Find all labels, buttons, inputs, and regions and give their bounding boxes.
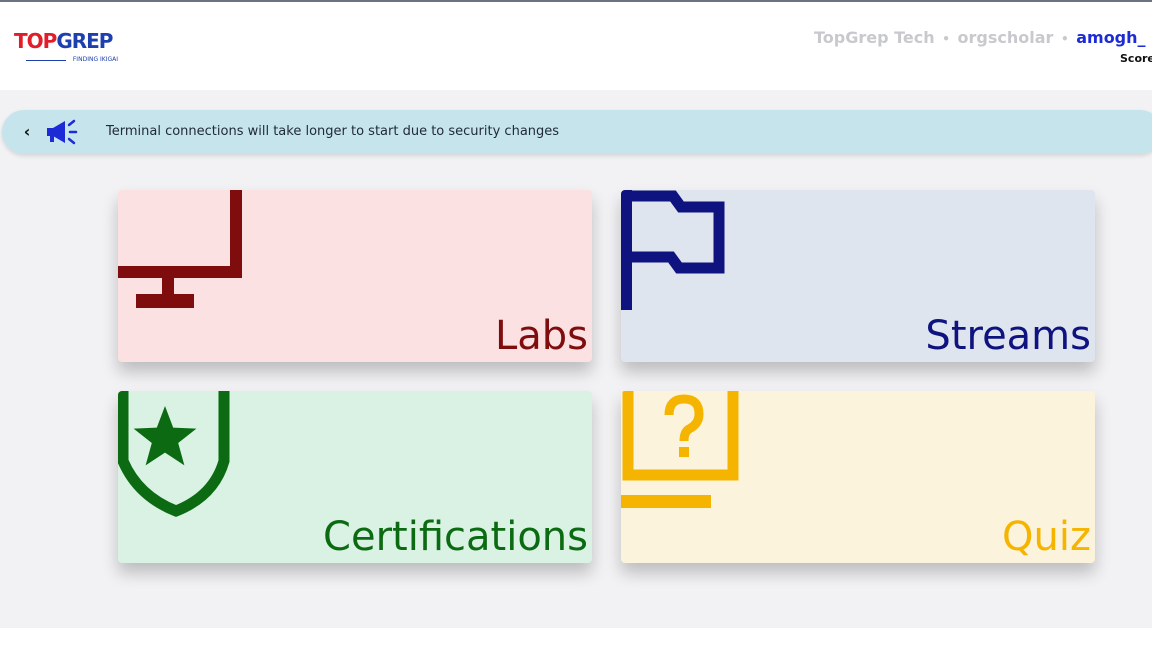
monitor-icon bbox=[118, 190, 242, 308]
labs-label: Labs bbox=[494, 313, 588, 359]
app-header: TOPGREP FINDING IKIGAI TopGrep Tech • or… bbox=[0, 2, 1152, 90]
breadcrumb-sub[interactable]: orgscholar bbox=[957, 28, 1053, 47]
chevron-left-icon[interactable]: ‹ bbox=[18, 121, 36, 143]
streams-label: Streams bbox=[925, 313, 1091, 359]
page-footer bbox=[0, 628, 1152, 648]
logo-tagline: FINDING IKIGAI bbox=[72, 56, 118, 63]
username[interactable]: amogh_ bbox=[1076, 28, 1145, 47]
breadcrumb-separator: • bbox=[942, 32, 950, 46]
banner-message: Terminal connections will take longer to… bbox=[106, 124, 560, 139]
breadcrumb-separator: • bbox=[1060, 32, 1069, 46]
main-content: ‹ Terminal connections will take longer … bbox=[0, 90, 1152, 628]
megaphone-icon bbox=[47, 119, 78, 145]
certifications-label: Certifications bbox=[323, 514, 588, 560]
logo-wordmark: TOPGREP bbox=[14, 29, 113, 53]
topgrep-logo[interactable]: TOPGREP FINDING IKIGAI bbox=[14, 30, 124, 68]
announcement-banner: ‹ Terminal connections will take longer … bbox=[2, 110, 1152, 154]
breadcrumb-org[interactable]: TopGrep Tech bbox=[814, 28, 935, 47]
score-label: Score bbox=[1120, 52, 1152, 65]
breadcrumb: TopGrep Tech • orgscholar • amogh_ bbox=[814, 26, 1146, 50]
labs-card[interactable]: Labs bbox=[118, 190, 592, 362]
flag-icon bbox=[621, 190, 725, 310]
quiz-card[interactable]: Quiz bbox=[621, 391, 1095, 563]
shield-star-icon bbox=[118, 391, 230, 517]
quiz-monitor-icon bbox=[621, 391, 739, 508]
certifications-card[interactable]: Certifications bbox=[118, 391, 592, 563]
quiz-label: Quiz bbox=[1002, 514, 1091, 560]
streams-card[interactable]: Streams bbox=[621, 190, 1095, 362]
